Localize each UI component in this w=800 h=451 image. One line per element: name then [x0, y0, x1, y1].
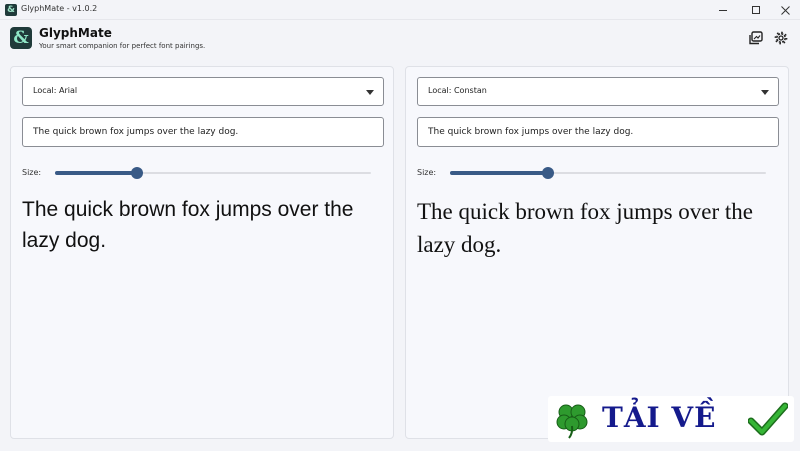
- ampersand-icon: &: [5, 4, 17, 16]
- minimize-icon: [719, 9, 727, 11]
- checkmark-icon: [748, 402, 788, 436]
- app-tagline: Your smart companion for perfect font pa…: [39, 42, 206, 50]
- chevron-down-icon: [761, 90, 769, 95]
- font-select-right[interactable]: Local: Constan: [417, 77, 779, 106]
- watermark-text: TẢI VỀ: [602, 401, 717, 434]
- app-logo: &: [10, 27, 32, 49]
- font-panel-left: Local: Arial Size: The quick brown fox j…: [10, 66, 394, 439]
- size-label: Size:: [417, 168, 437, 177]
- slider-fill: [55, 171, 137, 175]
- minimize-button[interactable]: [707, 0, 739, 20]
- maximize-button[interactable]: [740, 0, 772, 20]
- clover-icon: [556, 404, 588, 439]
- watermark-badge: TẢI VỀ: [548, 396, 794, 442]
- sample-text-input-left[interactable]: [22, 117, 384, 147]
- app-name: GlyphMate: [39, 26, 112, 40]
- font-preview-right: The quick brown fox jumps over the lazy …: [417, 199, 753, 257]
- font-select-value: Local: Constan: [428, 86, 487, 95]
- slider-thumb[interactable]: [131, 167, 143, 179]
- font-panel-right: Local: Constan Size: The quick brown fox…: [405, 66, 789, 439]
- slider-thumb[interactable]: [542, 167, 554, 179]
- settings-button[interactable]: [773, 30, 789, 46]
- size-slider-left[interactable]: [55, 167, 371, 179]
- gallery-icon: [749, 31, 763, 45]
- close-button[interactable]: [769, 0, 800, 20]
- slider-fill: [450, 171, 548, 175]
- sample-text-input-right[interactable]: [417, 117, 779, 147]
- font-preview-left: The quick brown fox jumps over the lazy …: [22, 198, 354, 252]
- app-header: & GlyphMate Your smart companion for per…: [0, 21, 800, 61]
- close-icon: [780, 5, 790, 15]
- font-select-left[interactable]: Local: Arial: [22, 77, 384, 106]
- size-label: Size:: [22, 168, 42, 177]
- font-select-value: Local: Arial: [33, 86, 78, 95]
- size-slider-right[interactable]: [450, 167, 766, 179]
- gear-icon: [774, 31, 788, 45]
- window-title: GlyphMate - v1.0.2: [21, 4, 98, 13]
- maximize-icon: [752, 6, 760, 14]
- window-titlebar: & GlyphMate - v1.0.2: [0, 0, 800, 20]
- chevron-down-icon: [366, 90, 374, 95]
- gallery-button[interactable]: [748, 30, 764, 46]
